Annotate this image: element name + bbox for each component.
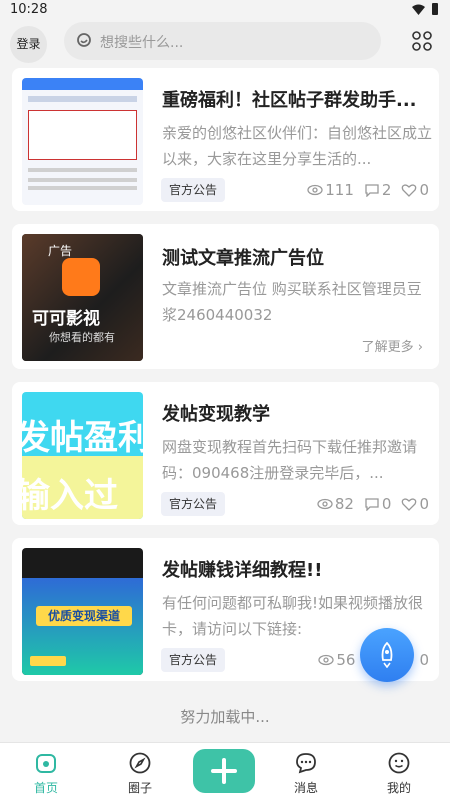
- view-count: 111: [325, 181, 354, 199]
- search-bar[interactable]: 想搜些什么...: [64, 22, 381, 60]
- view-count: 56: [336, 651, 356, 669]
- post-title: 重磅福利！社区帖子群发助手...: [162, 90, 417, 111]
- comment-count: 0: [381, 495, 392, 513]
- wifi-icon: [412, 4, 425, 15]
- eye-icon: [307, 184, 323, 196]
- search-placeholder: 想搜些什么...: [100, 35, 184, 51]
- plus-icon: [211, 758, 237, 784]
- thumb-text-top: 发帖盈利: [22, 418, 143, 458]
- post-tag[interactable]: 官方公告: [161, 648, 226, 672]
- rocket-fab-button[interactable]: [360, 628, 414, 682]
- like-count: 0: [419, 651, 429, 669]
- compass-icon: [129, 752, 151, 774]
- nav-mine[interactable]: 我的: [369, 751, 429, 796]
- comment-icon[interactable]: [364, 497, 380, 511]
- heart-icon[interactable]: [401, 497, 417, 511]
- post-desc: 网盘变现教程首先扫码下载任推邦邀请码：090468注册登录完毕后，...: [162, 438, 418, 482]
- learn-more-label: 了解更多: [361, 340, 414, 355]
- view-count: 82: [334, 495, 354, 513]
- battery-icon: [432, 3, 438, 15]
- post-tag[interactable]: 官方公告: [161, 492, 226, 516]
- status-time: 10:28: [10, 2, 48, 17]
- ad-badge: 广告: [48, 244, 73, 258]
- post-title: 测试文章推流广告位: [162, 248, 324, 269]
- ad-slogan: 你想看的都有: [49, 331, 115, 344]
- post-thumbnail: 发帖盈利 输入过: [22, 392, 143, 519]
- thumb-text: 优质变现渠道: [36, 606, 132, 626]
- post-card[interactable]: 重磅福利！社区帖子群发助手... 亲爱的创悠社区伙伴们：自创悠社区成立以来，大家…: [12, 68, 439, 211]
- post-card[interactable]: 发帖盈利 输入过 发帖变现教学 网盘变现教程首先扫码下载任推邦邀请码：09046…: [12, 382, 439, 525]
- post-thumbnail: 优质变现渠道: [22, 548, 143, 675]
- post-desc: 文章推流广告位 购买联系社区管理员豆浆2460440032: [162, 280, 422, 324]
- eye-icon: [318, 654, 335, 666]
- create-post-button[interactable]: [193, 749, 255, 793]
- post-stats: 82 0 0: [317, 495, 429, 513]
- search-icon: [77, 33, 91, 47]
- bottom-nav: 首页 圈子 消息 我的: [0, 742, 450, 802]
- ad-card[interactable]: 广告 可可影视 你想看的都有 测试文章推流广告位 文章推流广告位 购买联系社区管…: [12, 224, 439, 369]
- eye-icon: [317, 498, 333, 510]
- loading-text: 努力加载中...: [180, 708, 270, 726]
- post-title: 发帖变现教学: [162, 404, 270, 425]
- smiley-icon: [388, 752, 410, 774]
- home-icon: [36, 754, 56, 773]
- status-bar: 10:28: [0, 0, 450, 20]
- nav-home-label: 首页: [33, 781, 58, 795]
- nav-messages-label: 消息: [293, 781, 318, 795]
- nav-messages[interactable]: 消息: [276, 751, 336, 796]
- login-button[interactable]: 登录: [10, 26, 47, 63]
- apps-grid-icon[interactable]: [411, 30, 433, 52]
- nav-mine-label: 我的: [386, 781, 411, 795]
- comment-icon[interactable]: [364, 183, 380, 197]
- learn-more-link[interactable]: 了解更多 ›: [362, 336, 423, 355]
- post-tag[interactable]: 官方公告: [161, 178, 226, 202]
- app-logo: [62, 258, 100, 296]
- post-thumbnail: [22, 78, 143, 205]
- ad-brand: 可可影视: [32, 309, 100, 329]
- chat-icon: [296, 753, 316, 774]
- nav-circle[interactable]: 圈子: [110, 751, 170, 796]
- post-desc: 亲爱的创悠社区伙伴们：自创悠社区成立以来，大家在这里分享生活的...: [162, 124, 432, 168]
- top-bar: 登录 想搜些什么...: [0, 20, 450, 64]
- thumb-text-bottom: 输入过: [22, 476, 118, 516]
- nav-home[interactable]: 首页: [16, 751, 76, 796]
- ad-thumbnail: 广告 可可影视 你想看的都有: [22, 234, 143, 361]
- post-stats: 111 2 0: [307, 181, 429, 199]
- post-title: 发帖赚钱详细教程!!: [162, 560, 323, 581]
- like-count: 0: [419, 495, 429, 513]
- comment-count: 2: [381, 181, 392, 199]
- like-count: 0: [419, 181, 429, 199]
- nav-circle-label: 圈子: [127, 781, 152, 795]
- rocket-icon: [381, 642, 393, 668]
- heart-icon[interactable]: [401, 183, 417, 197]
